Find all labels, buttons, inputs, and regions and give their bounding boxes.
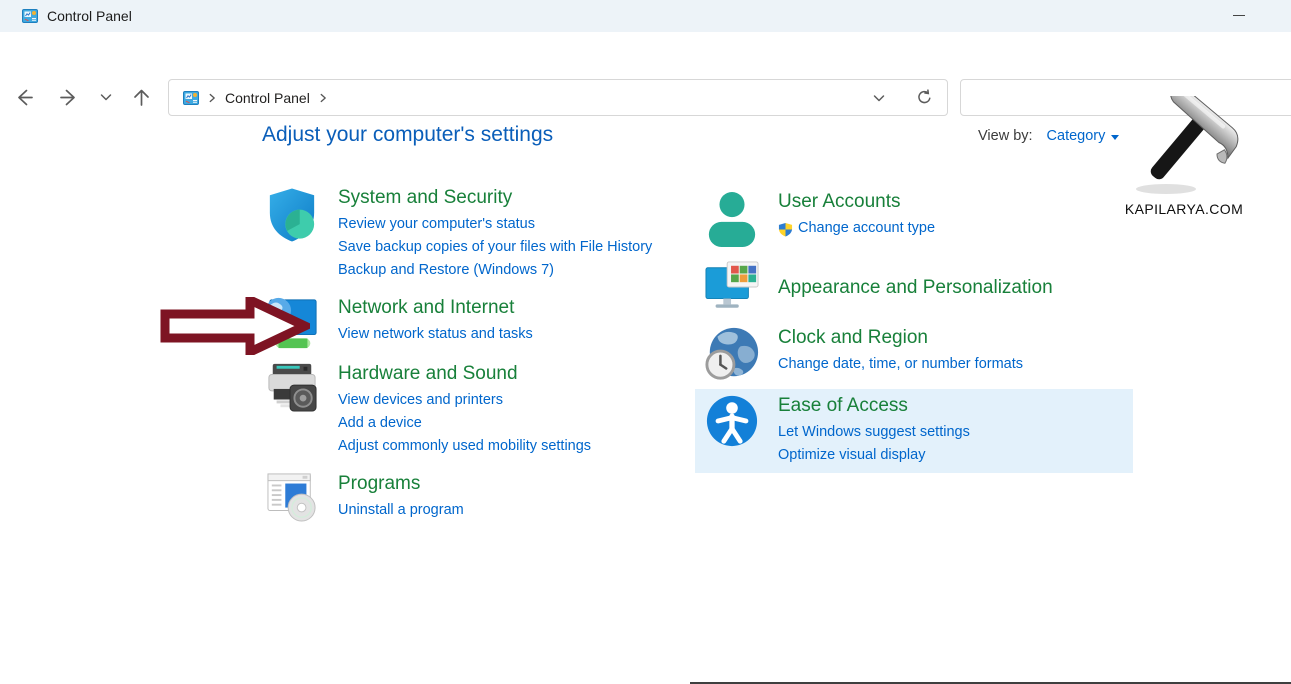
programs-icon[interactable]: [263, 472, 320, 522]
clock-region-title[interactable]: Clock and Region: [778, 326, 1023, 350]
view-by-dropdown[interactable]: Category: [1047, 128, 1120, 144]
appearance-personalization-icon[interactable]: [703, 260, 760, 314]
user-accounts-title[interactable]: User Accounts: [778, 190, 935, 214]
link-view-devices-printers[interactable]: View devices and printers: [338, 389, 591, 412]
view-by-value: Category: [1047, 128, 1106, 144]
minimize-icon: [1233, 15, 1245, 16]
refresh-button[interactable]: [912, 85, 937, 110]
up-arrow-icon: [131, 87, 152, 108]
link-review-computer-status[interactable]: Review your computer's status: [338, 213, 652, 236]
chevron-down-icon: [99, 90, 113, 104]
ease-of-access-title[interactable]: Ease of Access: [778, 394, 970, 418]
address-dropdown-button[interactable]: [868, 87, 890, 109]
window-title: Control Panel: [47, 8, 132, 24]
link-uninstall-a-program[interactable]: Uninstall a program: [338, 499, 464, 522]
up-button[interactable]: [127, 83, 155, 111]
link-backup-restore-windows7[interactable]: Backup and Restore (Windows 7): [338, 259, 652, 282]
minimize-button[interactable]: [1217, 0, 1261, 30]
hammer-icon: [1124, 96, 1244, 196]
control-panel-window: Control Panel: [0, 0, 1291, 684]
watermark-text: KAPILARYA.COM: [1120, 201, 1248, 217]
address-bar[interactable]: Control Panel: [168, 79, 948, 116]
clock-region-icon[interactable]: [703, 326, 760, 382]
breadcrumb-control-panel[interactable]: Control Panel: [225, 90, 310, 106]
control-panel-icon: [22, 8, 38, 24]
link-windows-suggest-settings[interactable]: Let Windows suggest settings: [778, 421, 970, 444]
system-security-title[interactable]: System and Security: [338, 186, 652, 210]
link-file-history-backup[interactable]: Save backup copies of your files with Fi…: [338, 236, 652, 259]
category-hardware-and-sound: Hardware and Sound View devices and prin…: [263, 362, 591, 458]
category-system-and-security: System and Security Review your computer…: [263, 186, 652, 282]
breadcrumb-control-panel-icon: [183, 90, 199, 106]
view-by-label: View by:: [978, 128, 1033, 144]
link-add-a-device[interactable]: Add a device: [338, 412, 591, 435]
link-view-network-status[interactable]: View network status and tasks: [338, 323, 533, 346]
category-appearance-personalization: Appearance and Personalization: [703, 260, 1053, 314]
back-arrow-icon: [14, 87, 35, 108]
ease-of-access-icon[interactable]: [703, 394, 760, 448]
category-user-accounts: User Accounts Change account type: [703, 190, 935, 248]
system-security-icon[interactable]: [263, 186, 320, 243]
breadcrumb-chevron-icon[interactable]: [316, 91, 330, 105]
chevron-down-icon: [872, 91, 886, 105]
link-change-account-type[interactable]: Change account type: [798, 217, 935, 240]
page-title: Adjust your computer's settings: [262, 123, 553, 147]
hardware-sound-icon[interactable]: [263, 362, 320, 413]
network-internet-title[interactable]: Network and Internet: [338, 296, 533, 320]
uac-shield-icon: [778, 222, 793, 237]
breadcrumb-chevron-icon[interactable]: [205, 91, 219, 105]
category-clock-and-region: Clock and Region Change date, time, or n…: [703, 326, 1023, 382]
category-ease-of-access: Ease of Access Let Windows suggest setti…: [703, 394, 970, 467]
link-optimize-visual-display[interactable]: Optimize visual display: [778, 444, 970, 467]
refresh-icon: [916, 89, 933, 106]
site-watermark: KAPILARYA.COM: [1120, 96, 1248, 217]
appearance-personalization-title[interactable]: Appearance and Personalization: [778, 276, 1053, 300]
programs-title[interactable]: Programs: [338, 472, 464, 496]
titlebar: Control Panel: [0, 0, 1291, 32]
back-button[interactable]: [10, 83, 38, 111]
user-accounts-icon[interactable]: [703, 190, 760, 248]
category-programs: Programs Uninstall a program: [263, 472, 464, 522]
link-change-date-time-formats[interactable]: Change date, time, or number formats: [778, 353, 1023, 376]
dropdown-caret-icon: [1111, 135, 1119, 140]
link-mobility-settings[interactable]: Adjust commonly used mobility settings: [338, 435, 591, 458]
navigation-toolbar: Control Panel: [0, 32, 1291, 98]
annotation-arrow-icon: [160, 297, 310, 355]
hardware-sound-title[interactable]: Hardware and Sound: [338, 362, 591, 386]
recent-pages-dropdown[interactable]: [92, 83, 120, 111]
forward-arrow-icon: [58, 87, 79, 108]
forward-button[interactable]: [54, 83, 82, 111]
